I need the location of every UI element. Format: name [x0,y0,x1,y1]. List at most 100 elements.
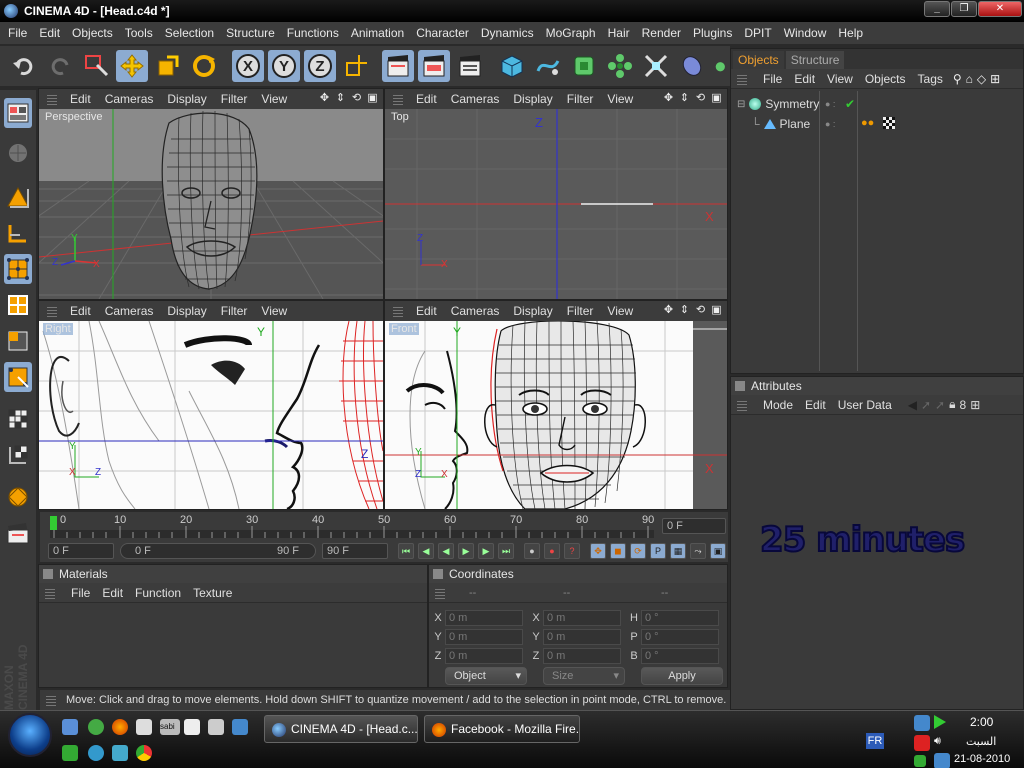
object-name-symmetry[interactable]: Symmetry [765,97,819,111]
menu-character[interactable]: Character [410,26,475,40]
minimize-button[interactable]: _ [924,1,950,17]
size-x-field[interactable]: 0 m [543,610,621,626]
lock-icon[interactable]: 🔒︎ [949,397,955,412]
key-parameter-icon[interactable]: P [650,543,666,559]
close-button[interactable]: ✕ [978,1,1022,17]
panel-grip-icon[interactable] [433,569,443,579]
go-to-start-icon[interactable]: ⏮ [398,543,414,559]
use-point-tool-icon[interactable] [4,254,32,284]
drag-handle-icon[interactable] [737,398,747,411]
chrome-icon[interactable] [136,745,152,761]
drag-handle-icon[interactable] [737,72,747,85]
tweak-mode-icon[interactable] [4,404,32,434]
vp4-menu-edit[interactable]: Edit [409,304,444,318]
menu-mograph[interactable]: MoGraph [540,26,602,40]
back-arrow-icon[interactable]: ◀ [908,398,917,412]
keyframe-selection-icon[interactable]: ? [564,543,580,559]
current-frame-field[interactable]: 0 F [662,518,726,534]
collapse-icon[interactable]: ⊟ [737,99,745,110]
rotation-p-field[interactable]: 0 ° [641,629,719,645]
messenger-icon[interactable] [88,745,104,761]
top-canvas[interactable]: Top Z X Z X [385,109,727,299]
key-pla-icon[interactable]: ▦ [670,543,686,559]
x-axis-icon[interactable]: X [232,50,264,82]
position-y-field[interactable]: 0 m [445,629,523,645]
key-position-icon[interactable]: ✥ [590,543,606,559]
rotation-b-field[interactable]: 0 ° [641,648,719,664]
rotation-h-field[interactable]: 0 ° [641,610,719,626]
vp3-menu-filter[interactable]: Filter [214,304,255,318]
use-polygon-tool-icon[interactable] [4,326,32,356]
undo-icon[interactable] [8,50,40,82]
next-key-icon[interactable]: ▶ [478,543,494,559]
scheme-icon[interactable]: ▣ [710,543,726,559]
play-backward-icon[interactable]: ◀ [438,543,454,559]
menu-hair[interactable]: Hair [602,26,636,40]
use-axis-tool-icon[interactable] [4,218,32,248]
range-slider[interactable]: 0 F 90 F [120,543,316,559]
apply-button[interactable]: Apply [641,667,723,685]
drag-handle-icon[interactable] [45,586,55,599]
show-desktop-icon[interactable] [62,719,78,735]
panel-grip-icon[interactable] [735,381,745,391]
home-icon[interactable]: ⌂ [966,72,973,86]
task-cinema4d[interactable]: CINEMA 4D - [Head.c... [264,715,418,743]
drag-handle-icon[interactable] [46,694,56,706]
zoom-icon[interactable]: ⇕ [678,92,691,105]
zoom-icon[interactable]: ⇕ [678,304,691,317]
play-tray-icon[interactable] [934,715,946,729]
front-canvas[interactable]: Front Y X Y Z X [385,321,727,509]
menu-animation[interactable]: Animation [345,26,410,40]
texture-tag-icon[interactable] [883,117,895,129]
om-menu-view[interactable]: View [821,72,859,86]
viewport-perspective[interactable]: Edit Cameras Display Filter View ✥⇕⟲▣ [38,88,384,300]
rotate-icon[interactable] [188,50,220,82]
position-z-field[interactable]: 0 m [445,648,523,664]
texture-tile-icon[interactable] [4,440,32,470]
task-firefox[interactable]: Facebook - Mozilla Fire... [424,715,580,743]
antivirus-icon[interactable] [914,735,930,751]
render-picture-viewer-icon[interactable] [418,50,450,82]
menu-objects[interactable]: Objects [66,26,119,40]
rotate-view-icon[interactable]: ⟲ [694,92,707,105]
om-menu-edit[interactable]: Edit [788,72,821,86]
nurbs-icon[interactable] [568,50,600,82]
vp3-menu-cameras[interactable]: Cameras [98,304,161,318]
vp3-menu-display[interactable]: Display [160,304,213,318]
array-icon[interactable] [604,50,636,82]
use-edge-tool-icon[interactable] [4,290,32,320]
menu-functions[interactable]: Functions [281,26,345,40]
restore-button[interactable]: ❐ [951,1,977,17]
app-launcher-icon[interactable] [88,719,104,735]
vp2-menu-cameras[interactable]: Cameras [444,92,507,106]
rotate-view-icon[interactable]: ⟲ [350,92,363,105]
camera-icon[interactable] [708,50,728,82]
viewport-front[interactable]: Edit Cameras Display Filter View ✥⇕⟲▣ [384,300,728,510]
tab-structure[interactable]: Structure [785,51,845,69]
node-icon[interactable]: 8 [960,398,967,412]
record-active-icon[interactable]: ● [524,543,540,559]
go-to-end-icon[interactable]: ⏭ [498,543,514,559]
perspective-canvas[interactable]: Perspective Y Z X [39,109,383,299]
vp4-menu-view[interactable]: View [600,304,640,318]
vp2-menu-display[interactable]: Display [506,92,559,106]
maximize-icon[interactable]: ▣ [366,92,379,105]
drag-handle-icon[interactable] [393,305,403,317]
om-menu-objects[interactable]: Objects [859,72,912,86]
menu-edit[interactable]: Edit [33,26,66,40]
enabled-check-icon[interactable]: ✔ [845,97,855,111]
cube-icon[interactable] [496,50,528,82]
phong-tag-icon[interactable]: ●● [861,117,874,129]
vp2-menu-edit[interactable]: Edit [409,92,444,106]
vp1-menu-filter[interactable]: Filter [214,92,255,106]
live-selection-icon[interactable] [80,50,112,82]
size-y-field[interactable]: 0 m [543,629,621,645]
environment-icon[interactable] [676,50,708,82]
paint-icon[interactable] [184,719,200,735]
menu-tools[interactable]: Tools [119,26,159,40]
world-coordinates-icon[interactable] [340,50,372,82]
position-x-field[interactable]: 0 m [445,610,523,626]
menu-help[interactable]: Help [832,26,869,40]
menu-dynamics[interactable]: Dynamics [475,26,540,40]
up-arrow-icon[interactable]: ➚ [935,398,945,412]
